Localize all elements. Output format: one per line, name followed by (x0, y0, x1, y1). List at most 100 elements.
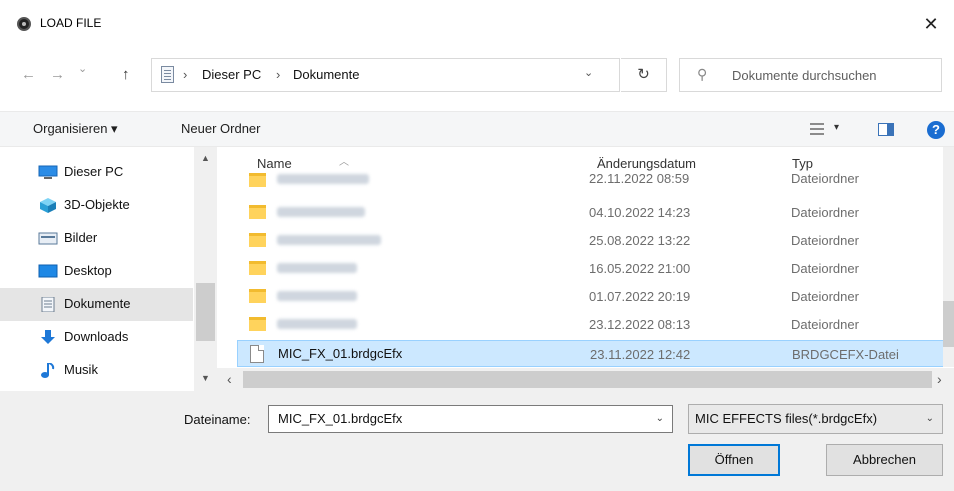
blurred-folder-name (277, 174, 369, 184)
help-icon[interactable]: ? (927, 121, 945, 139)
new-folder-button[interactable]: Neuer Ordner (181, 121, 260, 136)
column-header-date[interactable]: Änderungsdatum (597, 156, 696, 171)
navigation-pane: Dieser PC 3D-Objekte Bilder Desktop Doku… (0, 147, 217, 391)
sidebar-item-bilder[interactable]: Bilder (0, 222, 193, 255)
row-type: Dateiordner (791, 233, 859, 248)
scroll-right-icon[interactable]: › (937, 371, 942, 387)
preview-pane-icon[interactable] (878, 123, 894, 136)
folder-icon (249, 317, 266, 331)
load-file-dialog: LOAD FILE ✕ ← → ⌄ ↑ › Dieser PC › Dokume… (0, 0, 954, 491)
search-placeholder: Dokumente durchsuchen (732, 68, 877, 83)
table-row[interactable]: 04.10.2022 14:23 Dateiordner (237, 199, 946, 226)
column-header-type[interactable]: Typ (792, 156, 813, 171)
scroll-down-icon[interactable]: ▼ (201, 373, 210, 383)
file-type-filter-select[interactable]: MIC EFFECTS files(*.brdgcEfx) ⌄ (688, 404, 943, 434)
organize-menu[interactable]: Organisieren ▾ (33, 121, 118, 137)
chevron-down-icon[interactable]: ⌄ (584, 66, 593, 79)
table-row[interactable]: 01.07.2022 20:19 Dateiordner (237, 283, 946, 310)
downloads-icon (41, 330, 55, 344)
title-bar: LOAD FILE ✕ (0, 8, 954, 40)
sidebar-item-desktop[interactable]: Desktop (0, 255, 193, 288)
row-name: MIC_FX_01.brdgcEfx (278, 346, 403, 361)
breadcrumb-dokumente[interactable]: Dokumente (293, 67, 359, 82)
scroll-left-icon[interactable]: ‹ (227, 371, 232, 387)
sidebar-item-label: Dieser PC (64, 164, 124, 179)
filename-value: MIC_FX_01.brdgcEfx (278, 411, 403, 426)
desktop-icon (38, 264, 58, 278)
open-button[interactable]: Öffnen (688, 444, 780, 476)
row-type: Dateiordner (791, 289, 859, 304)
row-date: 16.05.2022 21:00 (589, 261, 691, 276)
file-list: Name ︿ Änderungsdatum Typ 22.11.2022 08:… (217, 147, 954, 391)
recent-locations-chevron-icon[interactable]: ⌄ (78, 62, 87, 75)
table-row[interactable]: 25.08.2022 13:22 Dateiordner (237, 227, 946, 254)
sidebar-item-downloads[interactable]: Downloads (0, 321, 193, 354)
row-type: Dateiordner (791, 317, 859, 332)
file-list-horizontal-scrollbar[interactable]: ‹ › (217, 368, 954, 391)
row-date: 23.12.2022 08:13 (589, 317, 691, 332)
file-list-vertical-scrollbar[interactable] (943, 147, 954, 367)
breadcrumb-separator-icon: › (276, 67, 281, 82)
breadcrumb-dieser-pc[interactable]: Dieser PC (202, 67, 261, 82)
filename-input[interactable]: MIC_FX_01.brdgcEfx ⌄ (268, 405, 673, 433)
close-button[interactable]: ✕ (908, 8, 954, 40)
sidebar-item-label: Dokumente (64, 296, 131, 311)
scroll-up-icon[interactable]: ▲ (201, 153, 210, 163)
filter-value: MIC EFFECTS files(*.brdgcEfx) (695, 411, 878, 426)
documents-icon (161, 66, 174, 83)
search-icon: ⚲ (697, 66, 708, 82)
forward-button[interactable]: → (50, 66, 65, 83)
sidebar-item-label: Desktop (64, 263, 112, 278)
folder-icon (249, 205, 266, 219)
blurred-folder-name (277, 207, 365, 217)
music-icon (41, 363, 55, 378)
search-input[interactable]: ⚲ Dokumente durchsuchen (679, 58, 942, 92)
documents-icon (41, 297, 55, 312)
sidebar-scroll-thumb[interactable] (196, 283, 215, 341)
dialog-footer: Dateiname: MIC_FX_01.brdgcEfx ⌄ MIC EFFE… (0, 391, 954, 491)
blurred-folder-name (277, 263, 357, 273)
table-row[interactable]: 22.11.2022 08:59 Dateiordner (237, 171, 946, 189)
folder-icon (249, 289, 266, 303)
3d-objects-icon (40, 198, 56, 213)
sidebar-scrollbar[interactable]: ▲ ▼ (194, 147, 217, 391)
breadcrumb-separator-icon: › (183, 67, 188, 82)
blurred-folder-name (277, 235, 381, 245)
cancel-button[interactable]: Abbrechen (826, 444, 943, 476)
folder-icon (249, 261, 266, 275)
view-options-icon[interactable] (810, 122, 824, 136)
record-icon (17, 17, 31, 31)
folder-icon (249, 233, 266, 247)
sidebar-item-dieser-pc[interactable]: Dieser PC (0, 156, 193, 189)
row-date: 23.11.2022 12:42 (590, 347, 691, 362)
row-date: 25.08.2022 13:22 (589, 233, 691, 248)
address-bar[interactable]: › Dieser PC › Dokumente ⌄ (151, 58, 620, 92)
command-toolbar: Organisieren ▾ Neuer Ordner ▾ ? (0, 111, 954, 147)
table-row-selected[interactable]: MIC_FX_01.brdgcEfx 23.11.2022 12:42 BRDG… (237, 340, 946, 367)
horizontal-scroll-thumb[interactable] (243, 371, 932, 388)
column-header-name[interactable]: Name ︿ (257, 156, 349, 171)
sidebar-item-dokumente[interactable]: Dokumente (0, 288, 193, 321)
row-date: 04.10.2022 14:23 (589, 205, 691, 220)
up-button[interactable]: ↑ (122, 66, 130, 83)
vertical-scroll-thumb[interactable] (943, 301, 954, 347)
chevron-down-icon[interactable]: ⌄ (656, 413, 664, 424)
folder-icon (249, 173, 266, 187)
table-row[interactable]: 16.05.2022 21:00 Dateiordner (237, 255, 946, 282)
sidebar-item-label: Bilder (64, 230, 98, 245)
refresh-button[interactable]: ↻ (621, 58, 667, 92)
window-title: LOAD FILE (40, 16, 102, 30)
column-name-label: Name (257, 156, 292, 171)
view-dropdown-icon[interactable]: ▾ (834, 122, 839, 133)
row-type: Dateiordner (791, 205, 859, 220)
pictures-icon (38, 232, 58, 245)
table-row[interactable]: 23.12.2022 08:13 Dateiordner (237, 311, 946, 338)
sidebar-item-label: Downloads (64, 329, 129, 344)
blurred-folder-name (277, 291, 357, 301)
sidebar-item-musik[interactable]: Musik (0, 354, 193, 387)
sidebar-item-label: 3D-Objekte (64, 197, 130, 212)
row-type: BRDGCEFX-Datei (792, 347, 899, 362)
back-button[interactable]: ← (21, 66, 36, 83)
sidebar-item-3d-objekte[interactable]: 3D-Objekte (0, 189, 193, 222)
file-icon (250, 345, 264, 363)
